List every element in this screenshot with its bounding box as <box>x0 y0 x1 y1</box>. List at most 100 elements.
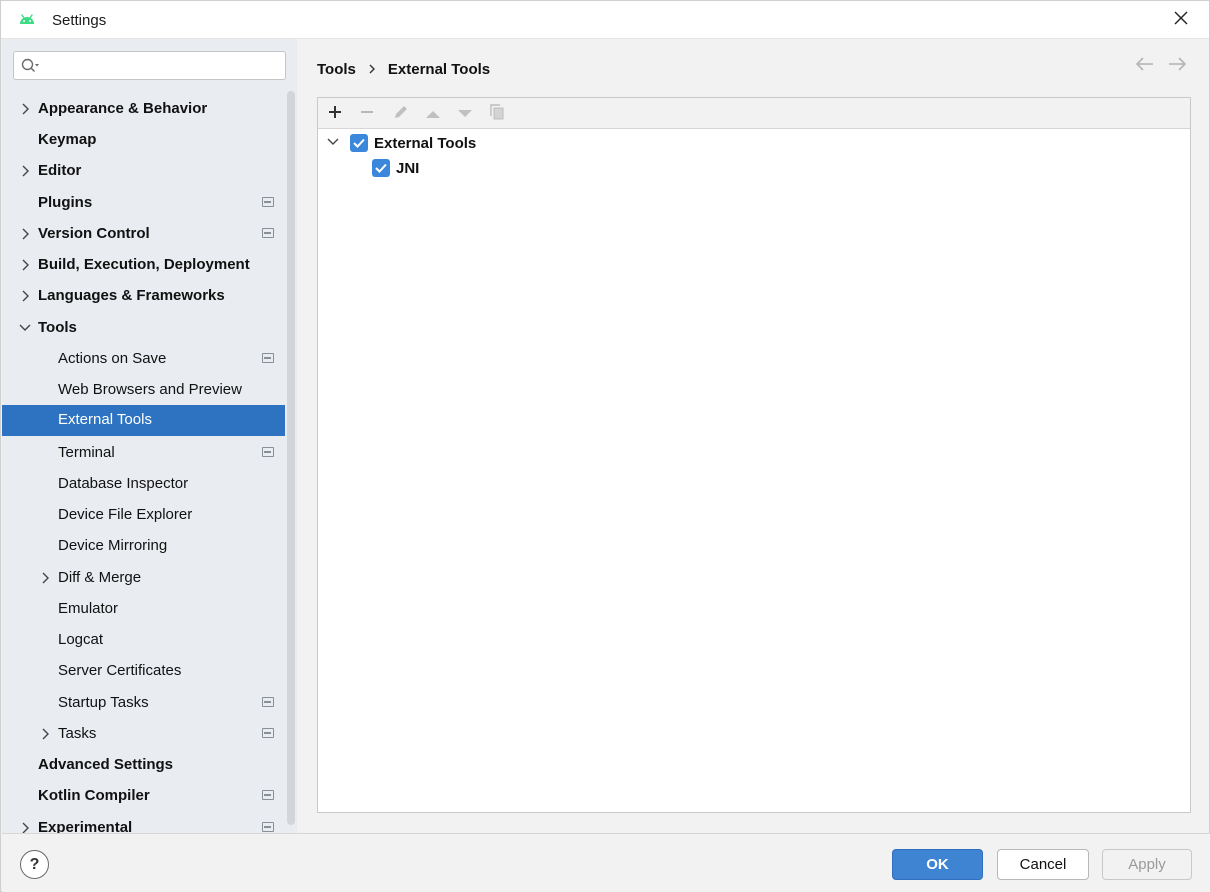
sidebar-item-startup-tasks[interactable]: Startup Tasks <box>2 688 296 719</box>
project-settings-icon <box>262 697 274 707</box>
arrow-right-icon <box>1167 57 1187 75</box>
sidebar-item-actions-on-save[interactable]: Actions on Save <box>2 344 296 375</box>
sidebar-item-diff-merge[interactable]: Diff & Merge <box>2 563 296 594</box>
sidebar-item-tasks[interactable]: Tasks <box>2 719 296 750</box>
tree-group-label: External Tools <box>374 135 477 152</box>
project-settings-icon <box>262 228 274 238</box>
sidebar-item-external-tools[interactable]: External Tools <box>2 405 296 436</box>
move-down-button[interactable] <box>454 103 476 125</box>
chevron-right-icon[interactable] <box>19 821 31 833</box>
external-tools-group-checkbox[interactable] <box>350 134 368 152</box>
sidebar-item-label: Advanced Settings <box>38 756 174 773</box>
sidebar-item-label: Emulator <box>58 600 119 617</box>
edit-icon <box>393 104 409 124</box>
project-settings-icon <box>262 822 274 832</box>
copy-tool-button[interactable] <box>486 103 508 125</box>
sidebar-item-label: Kotlin Compiler <box>38 787 150 804</box>
sidebar-item-database-inspector[interactable]: Database Inspector <box>2 469 296 500</box>
chevron-right-icon[interactable] <box>19 258 31 272</box>
breadcrumb-current: External Tools <box>387 60 491 78</box>
sidebar-item-plugins[interactable]: Plugins <box>2 188 296 219</box>
cancel-button[interactable]: Cancel <box>997 849 1089 880</box>
sidebar-item-label: External Tools <box>58 411 152 428</box>
back-button[interactable] <box>1134 56 1156 76</box>
sidebar-item-kotlin-compiler[interactable]: Kotlin Compiler <box>2 781 296 812</box>
project-settings-icon <box>262 197 274 207</box>
add-icon <box>328 105 342 123</box>
sidebar-item-logcat[interactable]: Logcat <box>2 625 296 656</box>
settings-dialog: Settings Appearance & Behavior Keymap Ed… <box>0 0 1210 892</box>
sidebar-item-label: Actions on Save <box>58 350 167 367</box>
sidebar-item-emulator[interactable]: Emulator <box>2 594 296 625</box>
sidebar-item-label: Terminal <box>58 444 115 461</box>
sidebar-item-keymap[interactable]: Keymap <box>2 125 296 156</box>
remove-tool-button[interactable] <box>356 103 378 125</box>
sidebar-item-tools[interactable]: Tools <box>2 313 296 344</box>
chevron-right-icon[interactable] <box>39 571 51 585</box>
sidebar-item-label: Tools <box>38 319 77 336</box>
sidebar-item-version-control[interactable]: Version Control <box>2 219 296 250</box>
sidebar-item-label: Plugins <box>38 194 93 211</box>
sidebar-scrollbar-thumb[interactable] <box>287 91 295 825</box>
breadcrumb-parent[interactable]: Tools <box>317 61 356 78</box>
breadcrumb: Tools External Tools <box>317 59 490 79</box>
sidebar-item-label: Device File Explorer <box>58 506 193 523</box>
chevron-right-icon[interactable] <box>19 164 31 178</box>
sidebar-item-label: Database Inspector <box>58 475 189 492</box>
sidebar-item-label: Tasks <box>58 725 97 742</box>
sidebar-item-label: Editor <box>38 162 82 179</box>
sidebar-item-label: Experimental <box>38 819 133 833</box>
sidebar-item-label: Build, Execution, Deployment <box>38 256 250 273</box>
search-icon <box>21 58 41 74</box>
tree-item-label: JNI <box>396 160 420 177</box>
sidebar-item-web-browsers-preview[interactable]: Web Browsers and Preview <box>2 375 296 406</box>
apply-button[interactable]: Apply <box>1102 849 1192 880</box>
help-button[interactable]: ? <box>20 850 49 879</box>
close-button[interactable] <box>1161 5 1201 35</box>
external-tools-toolbar <box>318 98 1190 129</box>
chevron-right-icon[interactable] <box>19 289 31 303</box>
project-settings-icon <box>262 790 274 800</box>
settings-sidebar: Appearance & Behavior Keymap Editor Plug… <box>2 39 297 833</box>
move-up-icon <box>425 106 441 123</box>
arrow-left-icon <box>1135 57 1155 75</box>
search-box[interactable] <box>13 51 286 80</box>
sidebar-item-label: Web Browsers and Preview <box>58 381 242 398</box>
sidebar-item-terminal[interactable]: Terminal <box>2 438 296 469</box>
edit-tool-button[interactable] <box>390 103 412 125</box>
sidebar-item-advanced-settings[interactable]: Advanced Settings <box>2 750 296 781</box>
sidebar-item-build-execution-deployment[interactable]: Build, Execution, Deployment <box>2 250 296 281</box>
jni-tool-checkbox[interactable] <box>372 159 390 177</box>
sidebar-item-device-file-explorer[interactable]: Device File Explorer <box>2 500 296 531</box>
sidebar-item-appearance-behavior[interactable]: Appearance & Behavior <box>2 94 296 125</box>
sidebar-item-label: Startup Tasks <box>58 694 149 711</box>
project-settings-icon <box>262 447 274 457</box>
tree-row-external-tools-group[interactable]: External Tools <box>318 131 1190 155</box>
chevron-down-icon[interactable] <box>326 135 340 149</box>
add-tool-button[interactable] <box>324 103 346 125</box>
sidebar-item-label: Server Certificates <box>58 662 182 679</box>
move-up-button[interactable] <box>422 103 444 125</box>
sidebar-item-languages-frameworks[interactable]: Languages & Frameworks <box>2 281 296 312</box>
sidebar-item-device-mirroring[interactable]: Device Mirroring <box>2 531 296 562</box>
title-bar: Settings <box>1 1 1209 39</box>
search-input[interactable] <box>48 55 278 76</box>
chevron-right-icon[interactable] <box>19 227 31 241</box>
chevron-down-icon[interactable] <box>18 321 31 335</box>
sidebar-item-label: Device Mirroring <box>58 537 168 554</box>
sidebar-item-server-certificates[interactable]: Server Certificates <box>2 656 296 687</box>
sidebar-item-label: Keymap <box>38 131 97 148</box>
sidebar-item-experimental[interactable]: Experimental <box>2 813 296 833</box>
ok-button[interactable]: OK <box>892 849 983 880</box>
remove-icon <box>360 105 374 123</box>
sidebar-scrollbar[interactable] <box>285 91 296 829</box>
tree-row-jni[interactable]: JNI <box>318 156 1190 180</box>
sidebar-item-label: Appearance & Behavior <box>38 100 208 117</box>
sidebar-item-editor[interactable]: Editor <box>2 156 296 187</box>
forward-button[interactable] <box>1166 56 1188 76</box>
external-tools-panel: External Tools JNI <box>317 97 1191 813</box>
chevron-right-icon[interactable] <box>19 102 31 116</box>
move-down-icon <box>457 106 473 123</box>
project-settings-icon <box>262 353 274 363</box>
chevron-right-icon[interactable] <box>39 727 51 741</box>
